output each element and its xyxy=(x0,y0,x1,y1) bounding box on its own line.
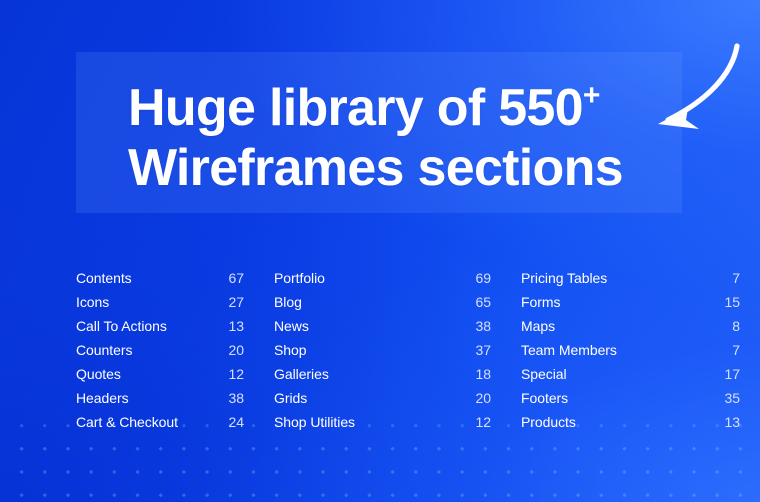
list-item[interactable]: Cart & Checkout 24 xyxy=(76,410,256,434)
list-item[interactable]: Shop Utilities 12 xyxy=(274,410,503,434)
list-item[interactable]: Footers 35 xyxy=(521,386,760,410)
list-item[interactable]: Pricing Tables 7 xyxy=(521,266,760,290)
list-item-count: 69 xyxy=(475,270,492,286)
list-item-count: 12 xyxy=(475,414,492,430)
list-item-count: 13 xyxy=(228,318,245,334)
list-item[interactable]: Quotes 12 xyxy=(76,362,256,386)
list-item-count: 7 xyxy=(732,342,740,358)
list-item-label: Shop xyxy=(274,342,307,358)
headline-line-1-text: Huge library of 550 xyxy=(128,79,584,137)
list-item-count: 38 xyxy=(475,318,492,334)
list-item[interactable]: Galleries 18 xyxy=(274,362,503,386)
list-item-label: Portfolio xyxy=(274,270,325,286)
list-item[interactable]: Portfolio 69 xyxy=(274,266,503,290)
headline-line-1: Huge library of 550+ xyxy=(128,66,668,138)
list-item[interactable]: Products 13 xyxy=(521,410,760,434)
list-item[interactable]: News 38 xyxy=(274,314,503,338)
headline-plus-suffix: + xyxy=(582,79,601,112)
list-item-label: Shop Utilities xyxy=(274,414,356,430)
list-item-label: Galleries xyxy=(274,366,329,382)
list-item-count: 38 xyxy=(228,390,245,406)
list-item[interactable]: Forms 15 xyxy=(521,290,760,314)
list-item-label: Footers xyxy=(521,390,569,406)
list-item-label: Counters xyxy=(76,342,133,358)
list-column-3: Pricing Tables 7 Forms 15 Maps 8 Team Me… xyxy=(503,266,760,434)
list-item[interactable]: Special 17 xyxy=(521,362,760,386)
list-item-label: News xyxy=(274,318,309,334)
list-item[interactable]: Shop 37 xyxy=(274,338,503,362)
list-item-count: 12 xyxy=(228,366,245,382)
list-item-count: 13 xyxy=(724,414,741,430)
list-item-count: 18 xyxy=(475,366,492,382)
promo-banner: Huge library of 550+ Wireframes sections… xyxy=(0,0,760,502)
list-item-count: 65 xyxy=(475,294,492,310)
list-item-label: Pricing Tables xyxy=(521,270,608,286)
list-item-count: 24 xyxy=(228,414,245,430)
list-item-label: Contents xyxy=(76,270,132,286)
section-counts-list: Contents 67 Icons 27 Call To Actions 13 … xyxy=(0,266,760,434)
list-item[interactable]: Blog 65 xyxy=(274,290,503,314)
list-item-count: 7 xyxy=(732,270,740,286)
list-item-count: 8 xyxy=(732,318,740,334)
list-item-count: 35 xyxy=(724,390,741,406)
list-item-count: 67 xyxy=(228,270,245,286)
list-item-label: Cart & Checkout xyxy=(76,414,178,430)
list-item-count: 17 xyxy=(724,366,741,382)
list-item-label: Forms xyxy=(521,294,561,310)
list-item-label: Call To Actions xyxy=(76,318,167,334)
list-item[interactable]: Counters 20 xyxy=(76,338,256,362)
page-title: Huge library of 550+ Wireframes sections xyxy=(128,66,668,198)
list-item-count: 20 xyxy=(475,390,492,406)
list-column-1: Contents 67 Icons 27 Call To Actions 13 … xyxy=(0,266,256,434)
list-item-label: Icons xyxy=(76,294,110,310)
list-item-label: Team Members xyxy=(521,342,617,358)
list-item[interactable]: Maps 8 xyxy=(521,314,760,338)
list-item-label: Grids xyxy=(274,390,308,406)
list-item-count: 20 xyxy=(228,342,245,358)
list-item-label: Headers xyxy=(76,390,129,406)
list-item-label: Products xyxy=(521,414,576,430)
list-item-count: 37 xyxy=(475,342,492,358)
list-item-count: 27 xyxy=(228,294,245,310)
list-item-label: Blog xyxy=(274,294,302,310)
list-item[interactable]: Call To Actions 13 xyxy=(76,314,256,338)
list-item-label: Quotes xyxy=(76,366,121,382)
headline-line-2: Wireframes sections xyxy=(128,139,624,197)
list-item[interactable]: Contents 67 xyxy=(76,266,256,290)
list-item-count: 15 xyxy=(724,294,741,310)
list-item-label: Special xyxy=(521,366,567,382)
list-item[interactable]: Grids 20 xyxy=(274,386,503,410)
list-item[interactable]: Team Members 7 xyxy=(521,338,760,362)
list-item[interactable]: Headers 38 xyxy=(76,386,256,410)
list-column-2: Portfolio 69 Blog 65 News 38 Shop 37 Gal… xyxy=(256,266,503,434)
list-item[interactable]: Icons 27 xyxy=(76,290,256,314)
list-item-label: Maps xyxy=(521,318,556,334)
